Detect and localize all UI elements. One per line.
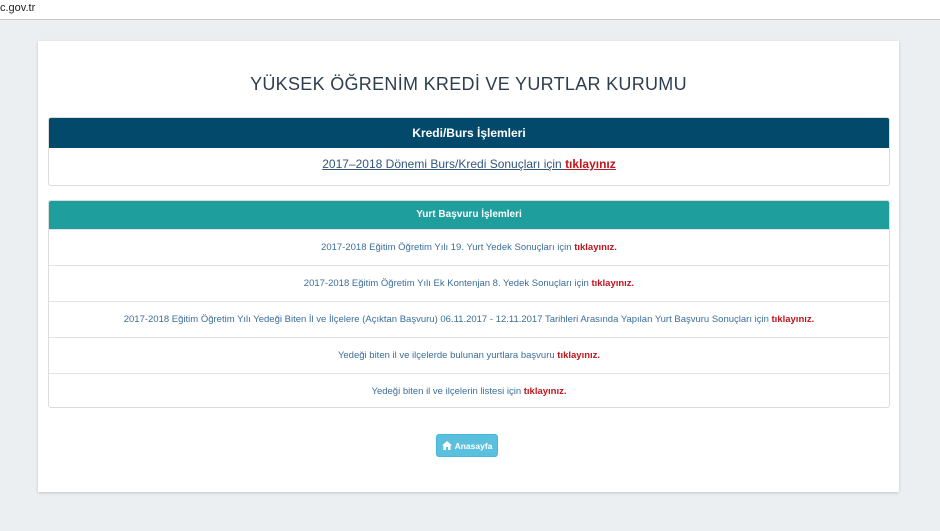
kredi-burs-result-link[interactable]: 2017–2018 Dönemi Burs/Kredi Sonuçları iç…: [322, 157, 616, 171]
yurt-row-text: Yedeği biten il ve ilçelerin listesi içi…: [371, 386, 524, 397]
yurt-row-cta-link[interactable]: tıklayınız.: [574, 242, 617, 253]
yurt-row-4: Yedeği biten il ve ilçelerde bulunan yur…: [49, 337, 889, 373]
content-card: YÜKSEK ÖĞRENİM KREDİ VE YURTLAR KURUMU K…: [38, 41, 899, 492]
address-url[interactable]: c.gov.tr: [0, 2, 35, 14]
home-button-label: Anasayfa: [454, 440, 493, 451]
yurt-row-5: Yedeği biten il ve ilçelerin listesi içi…: [49, 373, 889, 407]
yurt-row-cta-link[interactable]: tıklayınız.: [591, 278, 634, 289]
yurt-row-text: Yedeği biten il ve ilçelerde bulunan yur…: [337, 350, 558, 361]
yurt-row-text: 2017-2018 Eğitim Öğretim Yılı Yedeği Bit…: [123, 314, 772, 325]
page-title: YÜKSEK ÖĞRENİM KREDİ VE YURTLAR KURUMU: [250, 74, 687, 94]
kredi-burs-link-text: 2017–2018 Dönemi Burs/Kredi Sonuçları iç…: [322, 157, 566, 171]
yurt-row-1: 2017-2018 Eğitim Öğretim Yılı 19. Yurt Y…: [49, 229, 889, 265]
yurt-row-2: 2017-2018 Eğitim Öğretim Yılı Ek Kontenj…: [49, 265, 889, 301]
yurt-basvuru-panel: Yurt Başvuru İşlemleri 2017-2018 Eğitim …: [48, 200, 890, 408]
yurt-row-3: 2017-2018 Eğitim Öğretim Yılı Yedeği Bit…: [49, 301, 889, 337]
kredi-burs-panel: Kredi/Burs İşlemleri 2017–2018 Dönemi Bu…: [48, 117, 890, 186]
home-icon: [441, 441, 452, 450]
yurt-row-text: 2017-2018 Eğitim Öğretim Yılı Ek Kontenj…: [303, 278, 592, 289]
yurt-basvuru-heading: Yurt Başvuru İşlemleri: [49, 201, 889, 229]
kredi-burs-heading: Kredi/Burs İşlemleri: [49, 118, 889, 148]
yurt-row-cta-link[interactable]: tıklayınız.: [524, 386, 567, 397]
yurt-row-cta-link[interactable]: tıklayınız.: [772, 314, 815, 325]
browser-address-bar[interactable]: c.gov.tr: [0, 0, 940, 20]
yurt-row-text: 2017-2018 Eğitim Öğretim Yılı 19. Yurt Y…: [321, 242, 575, 253]
home-button[interactable]: Anasayfa: [436, 434, 498, 457]
kredi-burs-link-cta[interactable]: tıklayınız: [565, 157, 616, 171]
yurt-row-cta-link[interactable]: tıklayınız.: [557, 350, 600, 361]
kredi-burs-row: 2017–2018 Dönemi Burs/Kredi Sonuçları iç…: [49, 148, 889, 184]
